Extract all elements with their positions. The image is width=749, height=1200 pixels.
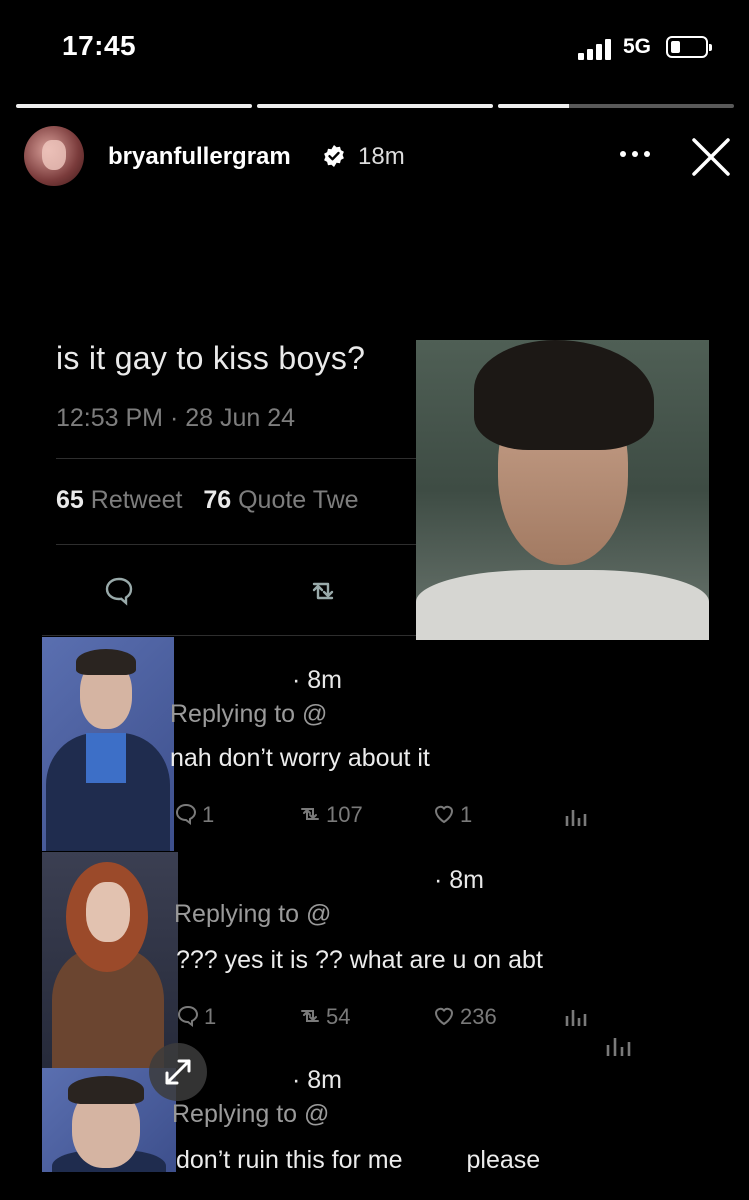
cellular-signal-icon	[578, 38, 618, 60]
reply-time: · 8m	[434, 866, 484, 894]
retweet-icon	[312, 582, 334, 600]
reply-time: · 8m	[292, 1066, 342, 1094]
close-icon[interactable]	[690, 136, 732, 178]
like-count: 236	[432, 1004, 497, 1030]
reply-text: nah don’t worry about it	[170, 744, 430, 772]
retweet-count: 65	[56, 486, 84, 514]
collage-photo-woman-red-hair	[42, 852, 178, 1068]
story-progress-segment	[16, 104, 252, 108]
analytics-icon	[565, 810, 587, 826]
story-progress-segment	[257, 104, 493, 108]
analytics-icon	[565, 1010, 587, 1026]
like-count: 1	[432, 802, 472, 828]
retweet-label: Retweet	[90, 486, 183, 514]
reply-icon	[177, 1005, 199, 1027]
replying-to: Replying to @	[174, 900, 332, 928]
divider	[56, 458, 416, 459]
retweet-icon	[301, 1010, 319, 1022]
analytics-icon	[606, 1038, 631, 1056]
reply-text: don’t ruin this for me please	[176, 1146, 541, 1172]
status-time: 17:45	[62, 30, 137, 61]
story-progress-bar	[16, 104, 734, 108]
status-bar: 17:45 5G	[0, 0, 749, 90]
expand-icon	[165, 1059, 191, 1085]
retweet-count: 54	[298, 1004, 350, 1030]
network-type: 5G	[623, 35, 652, 58]
retweet-icon	[301, 808, 319, 820]
tweet-text: is it gay to kiss boys?	[56, 340, 366, 376]
avatar[interactable]	[24, 126, 84, 186]
reply-icon	[105, 577, 133, 606]
reply-count: 1	[174, 802, 214, 828]
verified-badge-icon	[324, 145, 344, 167]
heart-icon	[434, 1007, 454, 1026]
divider	[56, 544, 416, 545]
divider	[42, 635, 416, 636]
story-header: bryanfullergram 18m	[0, 120, 749, 190]
reply-icon	[175, 803, 197, 825]
heart-icon	[434, 805, 454, 824]
story-time-ago: 18m	[358, 143, 405, 170]
replying-to: Replying to @	[172, 1100, 330, 1128]
collage-photo-man-portrait	[416, 340, 709, 640]
tweet-timestamp: 12:53 PM · 28 Jun 24	[56, 404, 296, 432]
reply-text: ??? yes it is ?? what are u on abt	[176, 946, 543, 974]
reply-time: · 8m	[292, 666, 342, 694]
story-content[interactable]: is it gay to kiss boys? 12:53 PM · 28 Ju…	[42, 340, 709, 1172]
battery-icon	[666, 36, 712, 58]
quote-count: 76	[203, 486, 232, 514]
username[interactable]: bryanfullergram	[108, 143, 291, 171]
reply-count: 1	[176, 1004, 216, 1030]
retweet-count: 107	[298, 802, 363, 828]
expand-button[interactable]	[149, 1043, 207, 1101]
replying-to: Replying to @	[170, 700, 328, 728]
more-icon[interactable]	[615, 142, 655, 166]
collage-photo-man-in-suit	[42, 637, 174, 851]
quote-label: Quote Twe	[238, 486, 359, 514]
story-progress-segment	[498, 104, 734, 108]
tweet-stats: 65 Retweet 76 Quote Twe	[56, 486, 359, 515]
